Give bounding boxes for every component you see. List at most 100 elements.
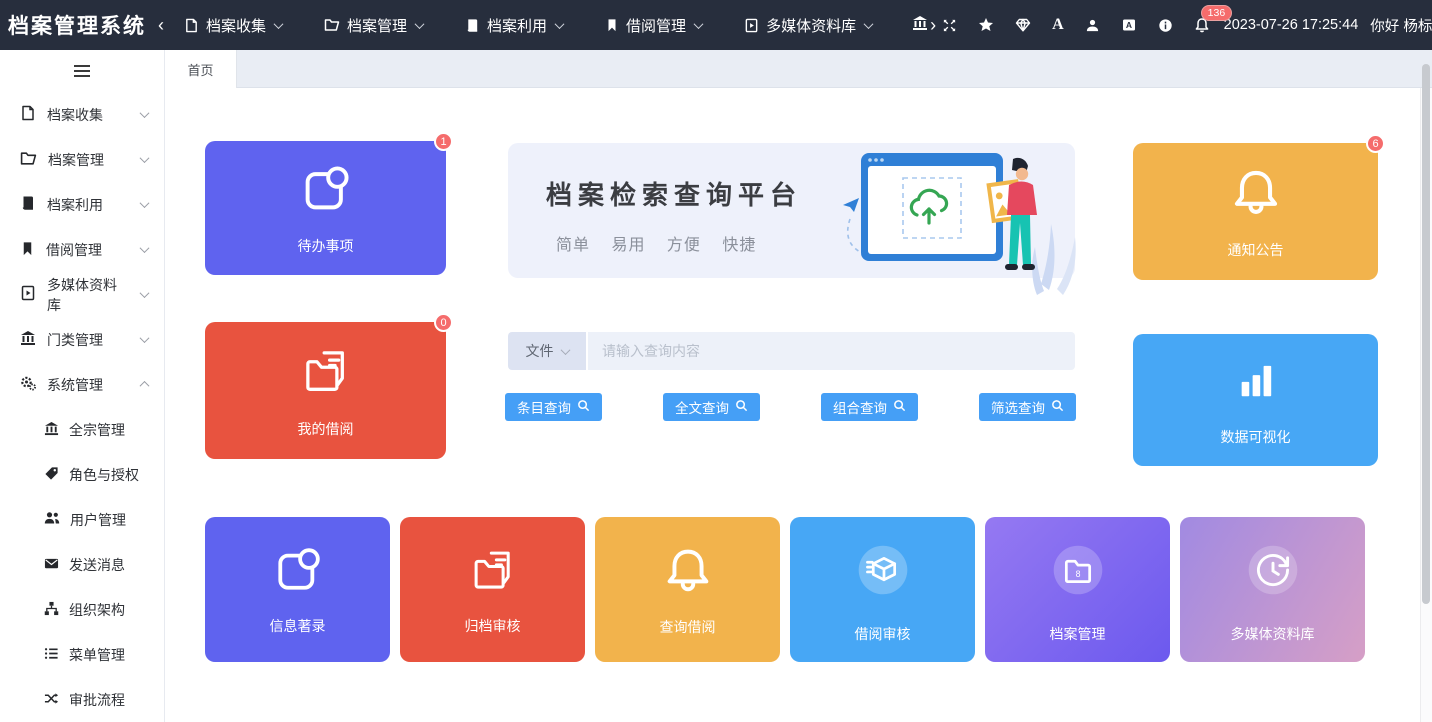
- chevron-down-icon: [140, 243, 150, 253]
- notification-badge: 136: [1201, 5, 1233, 21]
- shortcut-card-archive-manage[interactable]: 8 档案管理: [985, 517, 1170, 662]
- bell-icon[interactable]: 136: [1194, 17, 1210, 33]
- bell-icon: [660, 542, 716, 603]
- sidebar-subitem-roles[interactable]: 角色与授权: [0, 452, 164, 497]
- bar-chart-icon: [1229, 354, 1283, 413]
- search-bar: 文件: [508, 332, 1075, 370]
- search-icon: [893, 399, 906, 415]
- archive-management-app: 档案管理系统 ‹ 档案收集 档案管理 档案利用 借阅管理: [0, 0, 1432, 722]
- sidebar-item-label: 发送消息: [69, 555, 125, 575]
- card-label: 多媒体资料库: [1231, 624, 1315, 644]
- sidebar-item-manage[interactable]: 档案管理: [0, 137, 164, 182]
- bank-icon: [912, 15, 928, 36]
- button-label: 筛选查询: [991, 397, 1045, 417]
- topnav-item-media[interactable]: 多媒体资料库: [744, 15, 872, 36]
- notice-card[interactable]: 6 通知公告: [1133, 143, 1378, 280]
- sidebar-subitem-approval[interactable]: 审批流程: [0, 677, 164, 722]
- query-buttons: 条目查询 全文查询 组合查询 筛选查询: [505, 393, 1076, 421]
- svg-text:8: 8: [1075, 569, 1080, 579]
- fullscreen-icon[interactable]: [942, 18, 957, 33]
- folder-open-icon: [324, 17, 340, 33]
- topnav-item-use[interactable]: 档案利用: [465, 15, 563, 36]
- book-icon: [465, 18, 480, 33]
- topnav-item-collect[interactable]: 档案收集: [184, 15, 282, 36]
- sidebar-subitem-org[interactable]: 组织架构: [0, 587, 164, 632]
- card-label: 归档审核: [465, 616, 521, 636]
- language-icon[interactable]: A: [1121, 17, 1137, 33]
- my-borrow-card[interactable]: 0 我的借阅: [205, 322, 446, 459]
- sidebar-item-label: 审批流程: [69, 690, 125, 710]
- card-label: 数据可视化: [1221, 427, 1291, 447]
- box-icon: [848, 535, 918, 610]
- font-size-icon[interactable]: A: [1052, 16, 1064, 34]
- topnav-item-label: 档案管理: [347, 15, 407, 36]
- topnav-item-label: 档案收集: [206, 15, 266, 36]
- shortcut-card-borrow-review[interactable]: 借阅审核: [790, 517, 975, 662]
- scrollbar[interactable]: [1422, 64, 1430, 604]
- sidebar: 档案收集 档案管理 档案利用 借阅管理 多媒体资料库 门类管理: [0, 50, 165, 722]
- collapse-sidebar-button[interactable]: [0, 50, 164, 92]
- shortcut-card-cataloging[interactable]: 信息著录: [205, 517, 390, 662]
- nav-scroll-right-icon[interactable]: ›: [930, 16, 936, 34]
- sidebar-item-use[interactable]: 档案利用: [0, 182, 164, 227]
- info-icon[interactable]: [1158, 18, 1173, 33]
- card-label: 待办事项: [298, 236, 354, 256]
- diamond-icon[interactable]: [1015, 17, 1031, 33]
- banner-title: 档案检索查询平台: [546, 175, 802, 212]
- todo-card[interactable]: 1 待办事项: [205, 141, 446, 275]
- topnav-item-category-clipped[interactable]: [912, 15, 928, 36]
- sidebar-subitem-users[interactable]: 用户管理: [0, 497, 164, 542]
- chevron-down-icon: [140, 153, 150, 163]
- search-category-value: 文件: [526, 341, 554, 361]
- filter-query-button[interactable]: 筛选查询: [979, 393, 1076, 421]
- sidebar-item-label: 菜单管理: [69, 645, 125, 665]
- nav-scroll-left-icon[interactable]: ‹: [158, 16, 164, 34]
- gear-icon: [20, 375, 36, 394]
- shortcut-card-archive-review[interactable]: 归档审核: [400, 517, 585, 662]
- folder-document-icon: [297, 342, 355, 405]
- search-category-select[interactable]: 文件: [508, 332, 586, 370]
- chevron-down-icon: [560, 345, 570, 355]
- topnav-item-manage[interactable]: 档案管理: [324, 15, 423, 36]
- sidebar-item-category[interactable]: 门类管理: [0, 317, 164, 362]
- sidebar-item-label: 角色与授权: [69, 465, 139, 485]
- entry-query-button[interactable]: 条目查询: [505, 393, 602, 421]
- sidebar-item-label: 全宗管理: [69, 420, 125, 440]
- todo-badge: 1: [434, 132, 453, 151]
- sidebar-item-label: 档案利用: [47, 195, 103, 215]
- shortcut-card-multimedia[interactable]: 多媒体资料库: [1180, 517, 1365, 662]
- chevron-down-icon: [140, 108, 150, 118]
- fulltext-query-button[interactable]: 全文查询: [663, 393, 760, 421]
- star-icon[interactable]: [978, 17, 994, 33]
- bookmark-icon: [605, 18, 619, 32]
- sidebar-subitem-menus[interactable]: 菜单管理: [0, 632, 164, 677]
- folder-document-icon: [466, 543, 520, 602]
- todo-icon: [271, 543, 325, 602]
- sidebar-item-label: 多媒体资料库: [47, 275, 130, 315]
- shortcut-card-query-borrow[interactable]: 查询借阅: [595, 517, 780, 662]
- search-input[interactable]: [588, 332, 1075, 370]
- user-greeting: 你好 杨标: [1370, 15, 1432, 36]
- sidebar-subitem-fonds[interactable]: 全宗管理: [0, 407, 164, 452]
- topnav-item-label: 档案利用: [487, 15, 547, 36]
- envelope-icon: [44, 556, 59, 574]
- app-title: 档案管理系统: [8, 10, 146, 40]
- sidebar-item-media[interactable]: 多媒体资料库: [0, 272, 164, 317]
- bell-icon: [1227, 163, 1285, 226]
- sidebar-item-system[interactable]: 系统管理: [0, 362, 164, 407]
- combined-query-button[interactable]: 组合查询: [821, 393, 918, 421]
- user-icon[interactable]: [1085, 18, 1100, 33]
- search-platform-banner: 档案检索查询平台 简单 易用 方便 快捷: [508, 143, 1075, 278]
- sidebar-item-label: 档案收集: [47, 105, 103, 125]
- tab-home[interactable]: 首页: [165, 50, 237, 88]
- card-label: 借阅审核: [855, 624, 911, 644]
- data-visualization-card[interactable]: 数据可视化: [1133, 334, 1378, 466]
- chevron-down-icon: [140, 288, 150, 298]
- search-icon: [1051, 399, 1064, 415]
- sidebar-item-borrow[interactable]: 借阅管理: [0, 227, 164, 272]
- sidebar-item-collect[interactable]: 档案收集: [0, 92, 164, 137]
- media-file-icon: [744, 18, 759, 33]
- button-label: 全文查询: [675, 397, 729, 417]
- topnav-item-borrow[interactable]: 借阅管理: [605, 15, 702, 36]
- sidebar-subitem-messages[interactable]: 发送消息: [0, 542, 164, 587]
